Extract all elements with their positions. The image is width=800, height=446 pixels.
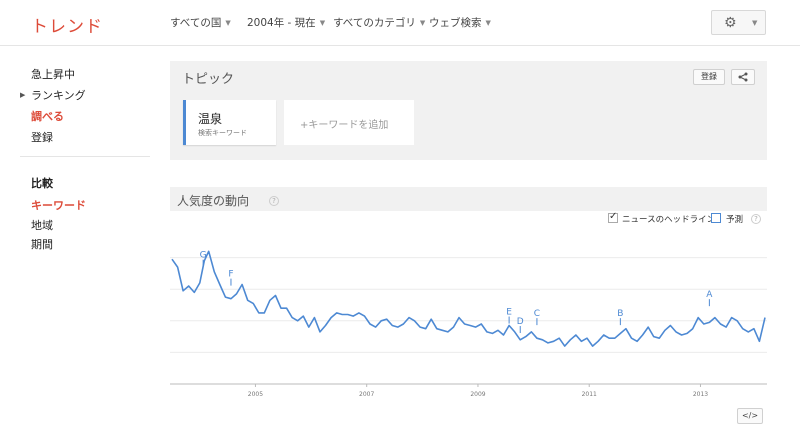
- compare-heading: 比較: [31, 177, 53, 190]
- forecast-checkbox[interactable]: [711, 213, 721, 223]
- country-filter[interactable]: すべての国 ▼: [170, 15, 231, 30]
- chevron-down-icon: ▼: [752, 19, 758, 27]
- search-type-filter-label: ウェブ検索: [429, 17, 482, 29]
- chart-x-axis: 2005 2007 2009 2011 2013: [248, 384, 708, 398]
- settings-button[interactable]: ⚙ ▼: [711, 10, 766, 35]
- compare-item-keywords[interactable]: キーワード: [31, 197, 86, 213]
- sidebar-item-explore[interactable]: 調べる: [31, 108, 64, 124]
- trend-title: 人気度の動向: [177, 194, 250, 208]
- share-icon: [738, 72, 748, 82]
- search-term-type: 検索キーワード: [198, 129, 247, 137]
- news-annotation-b[interactable]: B: [617, 309, 623, 319]
- compare-item-periods[interactable]: 期間: [31, 236, 53, 252]
- news-annotation-e[interactable]: E: [506, 308, 512, 318]
- top-bar: トレンド すべての国 ▼ 2004年 - 現在 ▼ すべてのカテゴリ ▼ ウェブ検索 ▼…: [0, 0, 800, 46]
- x-tick-label: 2009: [470, 391, 485, 398]
- news-annotation-f[interactable]: F: [228, 270, 233, 280]
- category-filter[interactable]: すべてのカテゴリ ▼: [333, 15, 425, 30]
- news-annotation-d[interactable]: D: [517, 317, 524, 327]
- news-annotation-c[interactable]: C: [534, 309, 540, 319]
- caret-right-icon: ▶: [20, 91, 26, 99]
- x-tick-label: 2013: [693, 391, 708, 398]
- sidebar-item-rankings[interactable]: ランキング: [31, 87, 86, 103]
- chevron-down-icon: ▼: [419, 19, 426, 27]
- trend-header: [170, 187, 767, 211]
- forecast-label: 予測: [726, 215, 744, 225]
- search-term-card[interactable]: 温泉 検索キーワード: [183, 100, 276, 145]
- search-term-name: 温泉: [198, 112, 223, 126]
- news-headlines-label: ニュースのヘッドライン: [622, 215, 716, 225]
- embed-button[interactable]: </>: [737, 408, 763, 424]
- add-keyword-field[interactable]: +キーワードを追加: [284, 100, 414, 145]
- x-tick-label: 2007: [359, 391, 374, 398]
- news-annotation-a[interactable]: A: [706, 290, 713, 300]
- period-filter[interactable]: 2004年 - 現在 ▼: [247, 15, 325, 30]
- chevron-down-icon: ▼: [319, 19, 326, 27]
- search-type-filter[interactable]: ウェブ検索 ▼: [429, 15, 491, 30]
- topic-title: トピック: [182, 72, 235, 87]
- news-annotation-g[interactable]: G: [200, 251, 207, 261]
- sidebar-divider: [20, 156, 150, 157]
- app-logo[interactable]: トレンド: [31, 12, 103, 37]
- compare-item-regions[interactable]: 地域: [31, 217, 53, 233]
- trend-chart[interactable]: G F EDC B A 2005 2007 2009 2011 2013: [170, 226, 767, 401]
- period-filter-label: 2004年 - 現在: [247, 17, 316, 29]
- chart-lines: [171, 250, 766, 347]
- share-button[interactable]: [731, 69, 755, 85]
- category-filter-label: すべてのカテゴリ: [333, 17, 416, 29]
- gear-icon: ⚙: [724, 15, 737, 31]
- forecast-help-icon[interactable]: ?: [751, 214, 761, 224]
- country-filter-label: すべての国: [170, 17, 222, 29]
- sidebar-item-subscriptions[interactable]: 登録: [31, 129, 53, 145]
- news-headlines-checkbox[interactable]: [608, 211, 618, 223]
- x-tick-label: 2005: [248, 391, 263, 398]
- chevron-down-icon: ▼: [225, 19, 231, 27]
- sidebar-item-hot-searches[interactable]: 急上昇中: [31, 66, 75, 82]
- x-tick-label: 2011: [582, 391, 597, 398]
- chevron-down-icon: ▼: [485, 19, 491, 27]
- series-line[interactable]: [171, 250, 766, 347]
- subscribe-button[interactable]: 登録: [693, 69, 725, 85]
- chart-grid: [170, 257, 767, 385]
- add-keyword-placeholder: +キーワードを追加: [300, 120, 389, 131]
- help-icon[interactable]: ?: [269, 196, 279, 206]
